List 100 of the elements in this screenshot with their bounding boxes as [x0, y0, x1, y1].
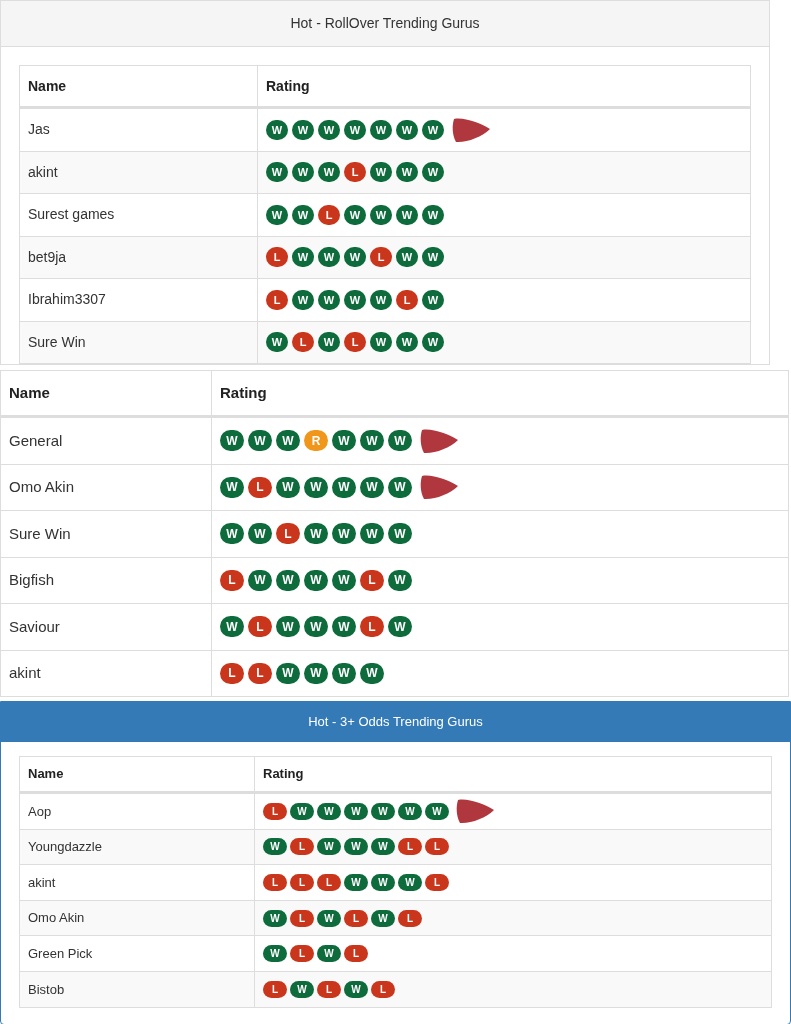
- result-badge: L: [360, 616, 384, 638]
- result-badge: W: [422, 289, 444, 310]
- result-badge: W: [360, 662, 384, 684]
- result-badge: W: [220, 523, 244, 545]
- result-badge: W: [332, 523, 356, 545]
- result-badge: W: [304, 569, 328, 591]
- guru-name: Aop: [28, 802, 52, 821]
- guru-name: akint: [28, 162, 58, 182]
- result-badge: W: [422, 119, 444, 140]
- result-badge: L: [317, 874, 341, 891]
- result-badge: L: [344, 162, 366, 183]
- result-badge: L: [398, 909, 422, 927]
- result-badge: L: [344, 909, 368, 927]
- result-badge: W: [276, 662, 300, 684]
- result-badge: W: [290, 802, 314, 820]
- result-badge: W: [344, 247, 366, 268]
- result-badge: W: [290, 980, 314, 998]
- result-badge: W: [360, 476, 384, 498]
- result-badge: W: [396, 119, 418, 140]
- result-badge: W: [332, 430, 356, 452]
- result-badge: W: [396, 162, 418, 183]
- result-badge: W: [220, 476, 244, 498]
- result-badge: W: [292, 162, 314, 183]
- result-badge: W: [276, 430, 300, 452]
- guru-name: General: [9, 430, 63, 451]
- result-badge: W: [388, 523, 412, 545]
- result-badge: W: [304, 476, 328, 498]
- result-badge: L: [290, 945, 314, 963]
- result-badge: W: [263, 909, 287, 927]
- result-badge: W: [292, 204, 314, 225]
- result-badge: W: [276, 569, 300, 591]
- guru-name: Jas: [28, 120, 50, 140]
- result-badge: W: [371, 802, 395, 820]
- column-header: Name: [9, 382, 50, 403]
- result-badge: W: [332, 476, 356, 498]
- result-badge: L: [371, 980, 395, 998]
- result-badge: W: [370, 289, 392, 310]
- result-badge: L: [263, 874, 287, 891]
- guru-name: Saviour: [9, 616, 60, 637]
- result-badge: W: [276, 476, 300, 498]
- result-badge: W: [276, 616, 300, 638]
- result-badge: W: [344, 289, 366, 310]
- result-badge: L: [290, 909, 314, 927]
- result-badge: W: [396, 332, 418, 353]
- result-badge: W: [388, 569, 412, 591]
- guru-name: bet9ja: [28, 247, 67, 267]
- result-badge: W: [266, 119, 288, 140]
- column-header: Rating: [266, 76, 310, 96]
- result-badge: W: [370, 162, 392, 183]
- result-badge: W: [388, 476, 412, 498]
- result-badge: L: [248, 662, 272, 684]
- result-badge: W: [292, 247, 314, 268]
- result-badge: W: [318, 247, 340, 268]
- result-badge: L: [263, 802, 287, 820]
- result-badge: W: [292, 289, 314, 310]
- result-badge: W: [318, 119, 340, 140]
- result-badge: W: [292, 119, 314, 140]
- result-badge: L: [425, 874, 449, 891]
- result-badge: W: [344, 874, 368, 891]
- result-badge: W: [344, 802, 368, 820]
- result-badge: W: [422, 162, 444, 183]
- result-badge: L: [317, 980, 341, 998]
- result-badge: W: [220, 616, 244, 638]
- guru-name: Sure Win: [9, 523, 71, 544]
- result-badge: L: [318, 204, 340, 225]
- result-badge: W: [318, 332, 340, 353]
- result-badge: W: [317, 838, 341, 856]
- result-badge: W: [332, 569, 356, 591]
- result-badge: L: [292, 332, 314, 353]
- guru-name: Youngdazzle: [28, 838, 102, 857]
- result-badge: W: [304, 662, 328, 684]
- result-badge: W: [422, 332, 444, 353]
- result-badge: W: [422, 247, 444, 268]
- result-badge: W: [266, 332, 288, 353]
- result-badge: L: [248, 476, 272, 498]
- column-header: Name: [28, 76, 67, 96]
- guru-name: Omo Akin: [28, 909, 85, 928]
- guru-name: akint: [28, 873, 56, 892]
- panel-title: Hot - 3+ Odds Trending Gurus: [308, 713, 483, 732]
- result-badge: W: [317, 802, 341, 820]
- result-badge: W: [388, 430, 412, 452]
- guru-name: akint: [9, 663, 41, 683]
- result-badge: W: [344, 838, 368, 856]
- result-badge: R: [304, 430, 328, 452]
- result-badge: L: [425, 838, 449, 856]
- guru-name: Bigfish: [9, 570, 55, 590]
- guru-name: Omo Akin: [9, 477, 75, 497]
- result-badge: W: [371, 874, 395, 891]
- result-badge: L: [290, 874, 314, 891]
- result-badge: L: [360, 569, 384, 591]
- result-badge: L: [220, 569, 244, 591]
- result-badge: W: [398, 802, 422, 820]
- result-badge: W: [318, 289, 340, 310]
- panel-title: Hot - RollOver Trending Gurus: [290, 14, 480, 33]
- result-badge: L: [290, 838, 314, 856]
- guru-name: Sure Win: [28, 332, 86, 352]
- result-badge: W: [370, 119, 392, 140]
- guru-name: Ibrahim3307: [28, 290, 106, 310]
- column-header: Name: [28, 765, 64, 784]
- result-badge: W: [396, 247, 418, 268]
